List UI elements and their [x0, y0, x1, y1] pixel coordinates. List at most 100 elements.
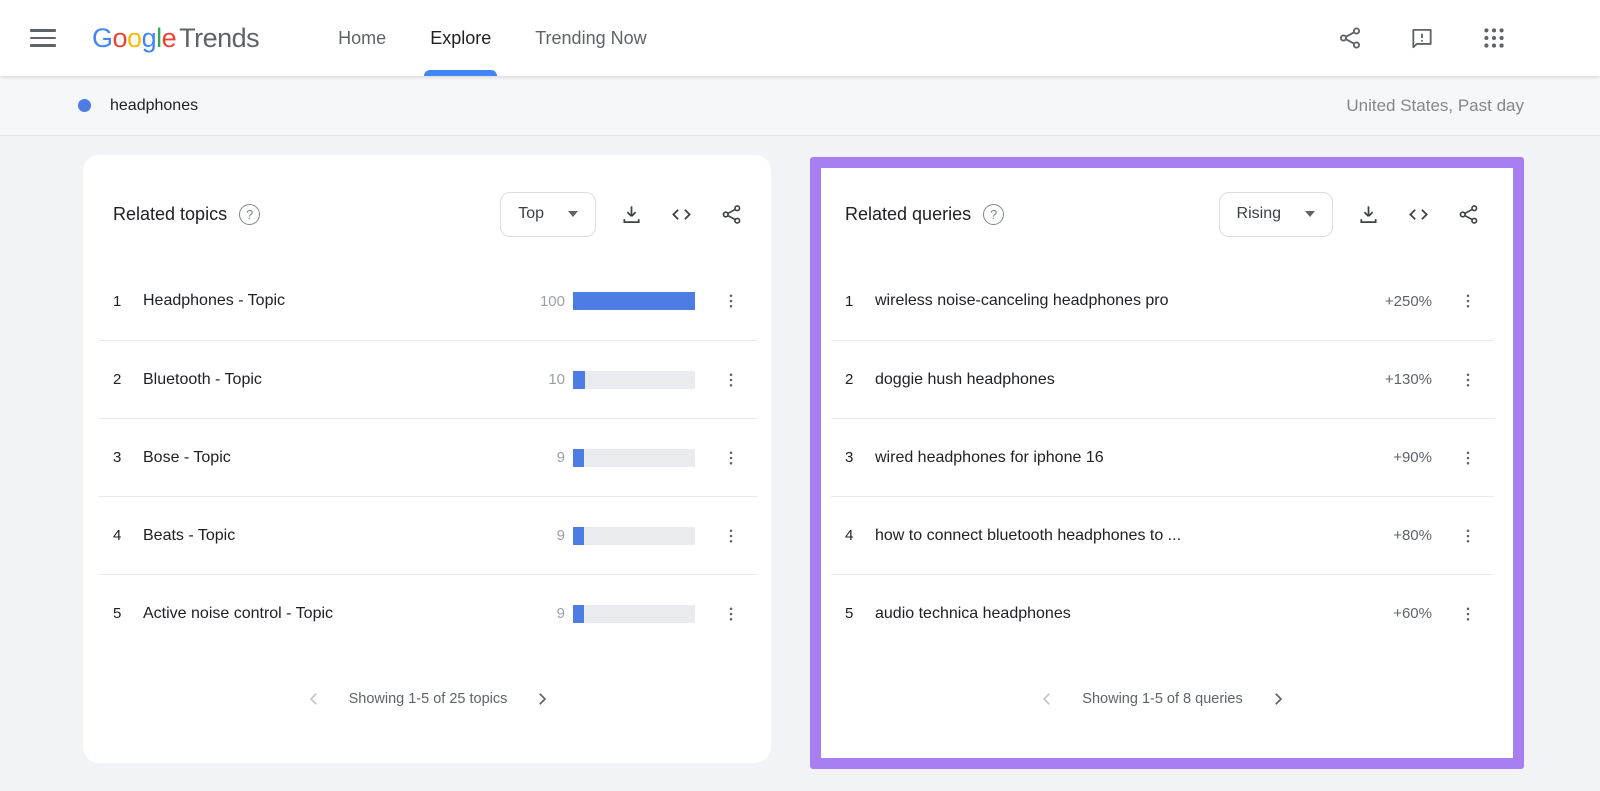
related-topics-header: Related topics ? Top: [113, 191, 743, 237]
row-percent-change: +60%: [1393, 605, 1432, 622]
queries-header-actions: [1357, 203, 1480, 226]
row-more-options-icon[interactable]: [1456, 521, 1480, 551]
tab-trending-now[interactable]: Trending Now: [535, 0, 646, 76]
queries-pagination: Showing 1-5 of 8 queries: [845, 690, 1480, 708]
related-queries-header: Related queries ? Rising: [845, 191, 1480, 237]
embed-code-icon[interactable]: [670, 203, 693, 226]
row-label[interactable]: doggie hush headphones: [875, 371, 1385, 389]
row-label[interactable]: wireless noise-canceling headphones pro: [875, 292, 1385, 310]
row-rank: 2: [845, 371, 854, 388]
logo-letter: o: [127, 22, 142, 53]
table-row[interactable]: 4 Beats - Topic 9: [99, 496, 757, 574]
download-icon[interactable]: [1357, 203, 1380, 226]
help-icon[interactable]: ?: [983, 203, 1005, 225]
search-term[interactable]: headphones: [110, 97, 198, 115]
main-content: Related topics ? Top 1 Headphones - Topi…: [0, 136, 1600, 769]
logo-letter: e: [161, 22, 177, 53]
table-row[interactable]: 2 Bluetooth - Topic 10: [99, 340, 757, 418]
row-more-options-icon[interactable]: [1456, 286, 1480, 316]
row-label[interactable]: wired headphones for iphone 16: [875, 449, 1393, 467]
row-label[interactable]: Bose - Topic: [143, 449, 557, 467]
top-navigation: Google Trends Home Explore Trending Now: [0, 0, 1600, 76]
chevron-down-icon: [1305, 211, 1315, 217]
row-value: 10: [548, 371, 565, 388]
table-row[interactable]: 2 doggie hush headphones +130%: [831, 340, 1494, 418]
logo-letter: o: [112, 22, 128, 53]
primary-tabs: Home Explore Trending Now: [338, 0, 647, 76]
topics-header-actions: [620, 203, 743, 226]
row-percent-change: +250%: [1384, 292, 1432, 310]
related-queries-title: Related queries: [845, 203, 972, 224]
row-more-options-icon[interactable]: [1456, 365, 1480, 395]
row-more-options-icon[interactable]: [719, 365, 743, 395]
related-topics-title: Related topics: [113, 203, 228, 224]
row-rank: 4: [113, 527, 122, 544]
row-label[interactable]: Bluetooth - Topic: [143, 371, 548, 389]
row-rank: 3: [845, 449, 854, 466]
table-row[interactable]: 3 wired headphones for iphone 16 +90%: [831, 418, 1494, 496]
value-bar: [573, 448, 695, 467]
related-queries-rows: 1 wireless noise-canceling headphones pro…: [831, 262, 1494, 652]
table-row[interactable]: 1 wireless noise-canceling headphones pro…: [831, 262, 1494, 340]
search-term-bar: headphones United States, Past day: [0, 76, 1600, 136]
share-icon[interactable]: [1457, 203, 1480, 226]
row-value: 9: [556, 605, 565, 622]
table-row[interactable]: 5 Active noise control - Topic 9: [99, 574, 757, 652]
related-topics-card: Related topics ? Top 1 Headphones - Topi…: [83, 155, 771, 763]
row-percent-change: +130%: [1384, 371, 1432, 388]
previous-page-icon[interactable]: [1038, 690, 1056, 708]
row-label[interactable]: audio technica headphones: [875, 605, 1393, 623]
help-icon[interactable]: ?: [239, 203, 261, 225]
row-value: 9: [556, 527, 565, 544]
value-bar: [573, 604, 695, 623]
value-bar: [573, 370, 695, 389]
row-label[interactable]: Headphones - Topic: [143, 292, 540, 310]
value-bar: [573, 526, 695, 545]
row-more-options-icon[interactable]: [719, 286, 743, 316]
row-more-options-icon[interactable]: [719, 521, 743, 551]
table-row[interactable]: 5 audio technica headphones +60%: [831, 574, 1494, 652]
previous-page-icon[interactable]: [305, 690, 323, 708]
table-row[interactable]: 3 Bose - Topic 9: [99, 418, 757, 496]
next-page-icon[interactable]: [533, 690, 551, 708]
row-label[interactable]: Beats - Topic: [143, 527, 557, 545]
table-row[interactable]: 1 Headphones - Topic 100: [99, 262, 757, 340]
row-label[interactable]: Active noise control - Topic: [143, 605, 557, 623]
row-rank: 4: [845, 527, 854, 544]
value-bar-fill: [573, 526, 584, 545]
value-bar-fill: [573, 370, 586, 389]
google-apps-icon[interactable]: [1481, 25, 1507, 51]
value-bar-fill: [573, 292, 695, 310]
feedback-icon[interactable]: [1409, 25, 1435, 51]
topics-filter-dropdown[interactable]: Top: [500, 191, 596, 237]
row-value: 100: [539, 292, 565, 310]
embed-code-icon[interactable]: [1407, 203, 1430, 226]
queries-filter-dropdown[interactable]: Rising: [1218, 191, 1333, 237]
share-icon[interactable]: [720, 203, 743, 226]
chevron-down-icon: [568, 211, 578, 217]
hamburger-menu-icon[interactable]: [30, 29, 56, 47]
row-more-options-icon[interactable]: [719, 443, 743, 473]
tab-explore[interactable]: Explore: [424, 0, 498, 76]
share-icon[interactable]: [1337, 25, 1363, 51]
row-rank: 1: [845, 292, 854, 310]
value-bar-fill: [573, 604, 584, 623]
value-bar-fill: [573, 448, 584, 467]
logo-letter: g: [141, 22, 157, 53]
row-more-options-icon[interactable]: [719, 599, 743, 629]
google-trends-logo[interactable]: Google Trends: [92, 22, 260, 54]
download-icon[interactable]: [620, 203, 643, 226]
row-label[interactable]: how to connect bluetooth headphones to .…: [875, 527, 1393, 545]
topics-pagination-text: Showing 1-5 of 25 topics: [348, 691, 508, 707]
nav-actions: [1337, 25, 1507, 51]
row-rank: 2: [113, 371, 122, 388]
row-more-options-icon[interactable]: [1456, 599, 1480, 629]
row-percent-change: +90%: [1393, 449, 1432, 466]
term-color-dot-icon: [78, 99, 91, 112]
next-page-icon[interactable]: [1269, 690, 1287, 708]
topics-filter-value: Top: [518, 205, 544, 222]
row-value: 9: [556, 449, 565, 466]
row-more-options-icon[interactable]: [1456, 443, 1480, 473]
tab-home[interactable]: Home: [338, 0, 386, 76]
table-row[interactable]: 4 how to connect bluetooth headphones to …: [831, 496, 1494, 574]
